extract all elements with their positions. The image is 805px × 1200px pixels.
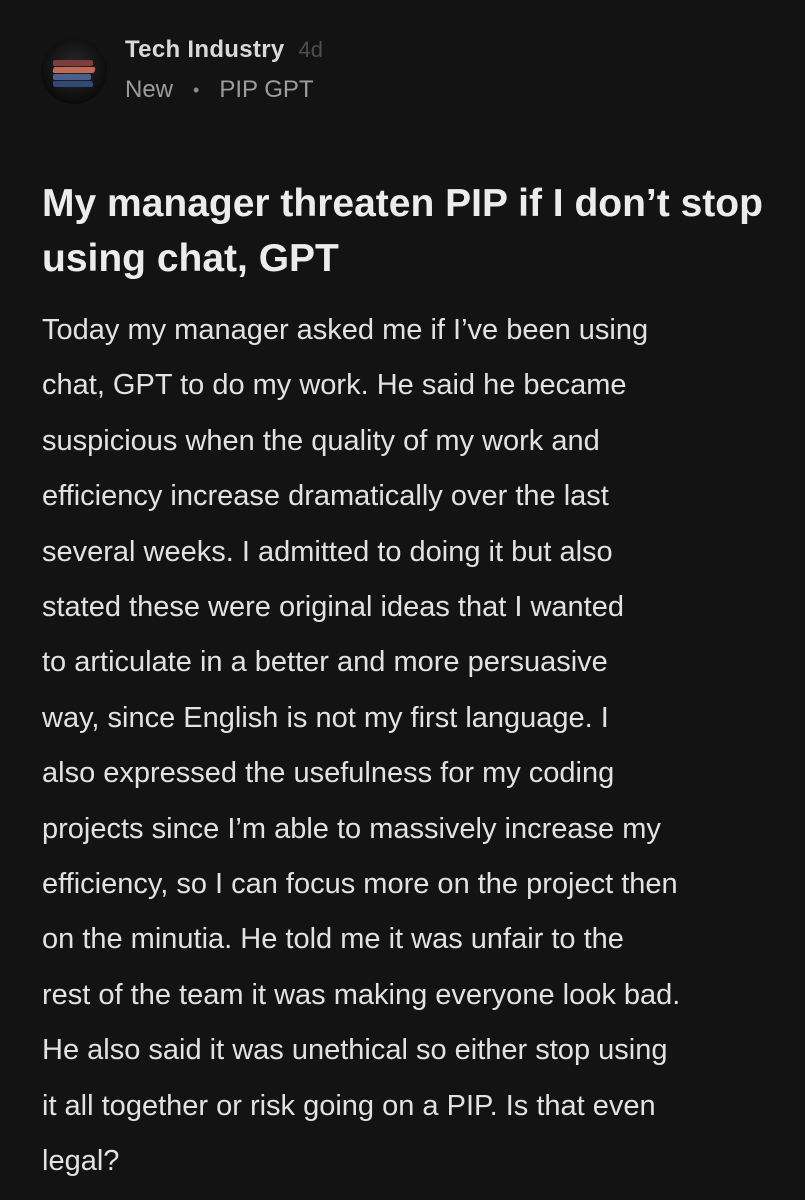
post-header: Tech Industry 4d New • PIP GPT xyxy=(41,36,323,106)
community-avatar[interactable] xyxy=(41,38,107,104)
post-tags-row: New • PIP GPT xyxy=(125,76,323,104)
sort-label: New xyxy=(125,76,174,103)
community-row: Tech Industry 4d xyxy=(125,36,323,68)
books-stack-icon xyxy=(53,60,93,66)
post-age: 4d xyxy=(298,37,323,62)
post-body: Today my manager asked me if I’ve been u… xyxy=(42,314,681,1178)
post-meta: Tech Industry 4d New • PIP GPT xyxy=(125,36,323,104)
post-flair[interactable]: PIP GPT xyxy=(219,76,313,104)
book-shape xyxy=(53,74,91,80)
post-title: My manager threaten PIP if I don’t stop … xyxy=(42,182,763,280)
book-shape xyxy=(52,81,94,87)
book-shape xyxy=(52,67,96,73)
community-name[interactable]: Tech Industry xyxy=(125,36,284,64)
separator-dot: • xyxy=(193,79,200,100)
